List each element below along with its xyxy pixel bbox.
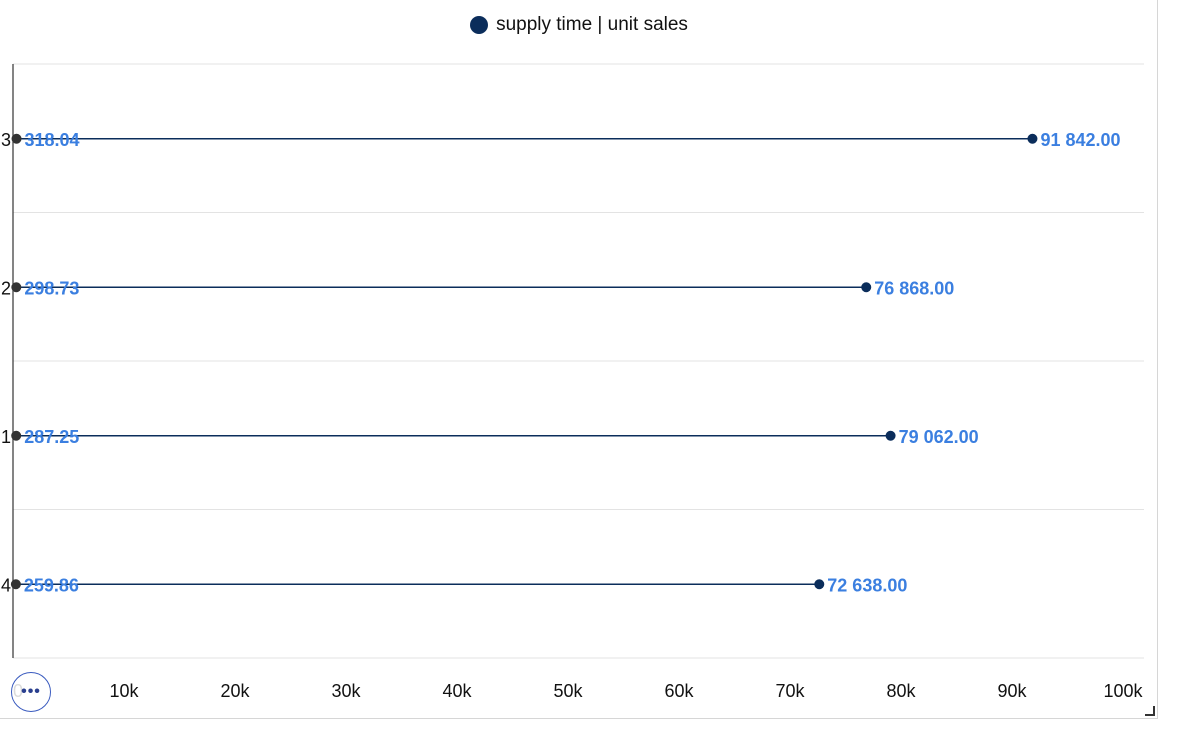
high-data-label: 76 868.00 [874,278,954,298]
high-data-label: 72 638.00 [827,575,907,595]
low-point [11,430,22,441]
dumbbell-chart: 010k20k30k40k50k60k70k80k90k100k3318.049… [1,63,1144,701]
x-tick-label: 20k [220,681,250,701]
high-point [814,579,825,590]
x-tick-label: 60k [664,681,694,701]
more-options-button[interactable]: ••• [11,672,51,712]
high-point [885,430,896,441]
low-point [11,133,22,144]
resize-handle-icon[interactable] [1145,706,1155,716]
x-tick-label: 80k [886,681,916,701]
x-tick-label: 30k [331,681,361,701]
low-data-label: 287.25 [24,427,79,447]
y-tick-label: 2 [1,278,11,298]
high-point [1027,133,1038,144]
low-data-label: 259.86 [24,575,79,595]
y-tick-label: 4 [1,575,11,595]
x-tick-label: 90k [997,681,1027,701]
y-tick-label: 3 [1,130,11,150]
x-tick-label: 40k [442,681,472,701]
x-tick-label: 10k [109,681,139,701]
more-icon: ••• [21,683,41,700]
low-point [11,282,22,293]
x-tick-label: 100k [1103,681,1143,701]
x-tick-label: 50k [553,681,583,701]
low-data-label: 318.04 [25,130,80,150]
high-data-label: 91 842.00 [1040,130,1120,150]
high-data-label: 79 062.00 [899,427,979,447]
x-tick-label: 70k [775,681,805,701]
low-data-label: 298.73 [24,278,79,298]
y-tick-label: 1 [1,427,11,447]
low-point [10,579,21,590]
high-point [861,282,872,293]
